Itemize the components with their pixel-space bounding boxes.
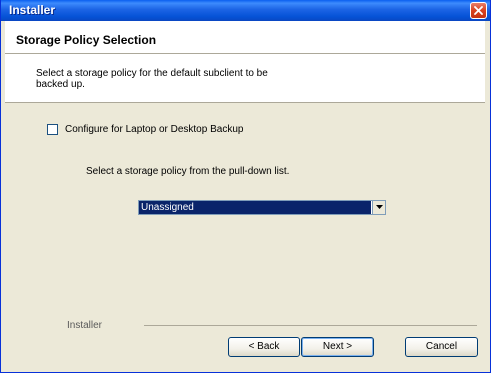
back-button[interactable]: < Back (228, 337, 300, 357)
footer-brand-label: Installer (67, 320, 103, 331)
policy-instruction: Select a storage policy from the pull-do… (86, 166, 290, 177)
page-description: Select a storage policy for the default … (36, 68, 268, 90)
dropdown-button[interactable] (372, 201, 385, 214)
storage-policy-selected-value[interactable]: Unassigned (139, 201, 371, 214)
next-button[interactable]: Next > (301, 337, 374, 357)
close-button[interactable] (470, 2, 487, 19)
chevron-down-icon (376, 205, 383, 209)
laptop-backup-checkbox[interactable] (47, 124, 58, 135)
page-title: Storage Policy Selection (16, 33, 157, 47)
title-bar[interactable]: Installer (1, 0, 490, 21)
window-title: Installer (9, 3, 56, 17)
storage-policy-select[interactable]: Unassigned (138, 200, 386, 215)
close-icon (474, 6, 483, 15)
laptop-backup-label[interactable]: Configure for Laptop or Desktop Backup (65, 124, 243, 135)
cancel-button[interactable]: Cancel (405, 337, 478, 357)
header-divider (5, 53, 485, 54)
footer-divider (144, 325, 477, 326)
